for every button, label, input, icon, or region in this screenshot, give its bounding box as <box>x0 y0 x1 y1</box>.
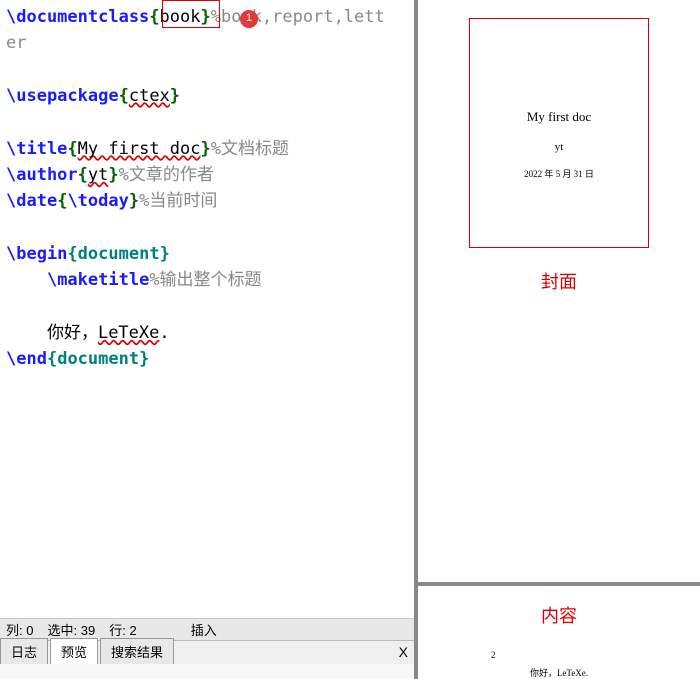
doc-date: 2022 年 5 月 31 日 <box>470 167 648 180</box>
close-icon[interactable]: X <box>399 644 408 660</box>
code-editor[interactable]: 1 \documentclass{book}%book,report,lett … <box>0 0 414 618</box>
tok-cmd: \usepackage <box>6 86 119 106</box>
caption-cover: 封面 <box>418 268 700 294</box>
tok-brace: { <box>119 86 129 106</box>
code-line: \author{yt}%文章的作者 <box>6 162 408 188</box>
code-line: \date{\today}%当前时间 <box>6 188 408 214</box>
tok-cmd: \end <box>6 349 47 369</box>
tok-brace: } <box>129 191 139 211</box>
tok-brace: } <box>170 86 180 106</box>
tok-comment: %book,report,lett <box>211 7 385 27</box>
code-line: \begin{document} <box>6 241 408 267</box>
tok-brace: { <box>57 191 67 211</box>
tok-brace: } <box>139 349 149 369</box>
status-mode: 插入 <box>191 620 217 639</box>
doc-title: My first doc <box>470 109 648 125</box>
tok-cmd: \today <box>67 191 128 211</box>
tok-cmd: \title <box>6 139 67 159</box>
tok-brace: { <box>67 139 77 159</box>
doc-author: yt <box>470 141 648 153</box>
tok-cmd: \documentclass <box>6 7 149 27</box>
status-col: 列: 0 <box>6 620 33 639</box>
code-line: \end{document} <box>6 346 408 372</box>
tok-brace: } <box>201 139 211 159</box>
tok-cmd: \date <box>6 191 57 211</box>
status-sel: 选中: 39 <box>47 620 95 639</box>
app-root: 1 \documentclass{book}%book,report,lett … <box>0 0 700 679</box>
tok-brace: { <box>67 244 77 264</box>
code-line <box>6 109 408 135</box>
page-number: 2 <box>491 650 649 660</box>
code-line <box>6 294 408 320</box>
tok-text: 你好，LeTeXe. <box>6 323 170 343</box>
badge-text: 1 <box>246 10 252 27</box>
tok-cmd: \maketitle <box>47 270 149 290</box>
tok-comment: %输出整个标题 <box>149 270 261 290</box>
tok-cmd: \begin <box>6 244 67 264</box>
annotation-box <box>162 0 220 28</box>
preview-cover-page: My first doc yt 2022 年 5 月 31 日 <box>469 18 649 248</box>
code-line: \title{My first doc}%文档标题 <box>6 136 408 162</box>
tab-search[interactable]: 搜索结果 <box>100 638 174 664</box>
tok-comment: %当前时间 <box>139 191 217 211</box>
tok-arg: My first doc <box>78 139 201 159</box>
status-row: 行: 2 <box>109 620 136 639</box>
doc-body: 你好，LeTeXe. <box>469 666 649 679</box>
annotation-badge: 1 <box>240 10 258 28</box>
code-line: \maketitle%输出整个标题 <box>6 267 408 293</box>
code-line: \usepackage{ctex} <box>6 83 408 109</box>
page-divider <box>418 582 700 586</box>
code-line <box>6 57 408 83</box>
tab-bar: 日志 预览 搜索结果 X <box>0 640 414 664</box>
tok-comment: %文档标题 <box>211 139 289 159</box>
tok-brace: { <box>149 7 159 27</box>
tok-brace: } <box>108 165 118 185</box>
status-bar: 列: 0 选中: 39 行: 2 插入 <box>0 618 414 640</box>
left-panel: 1 \documentclass{book}%book,report,lett … <box>0 0 418 679</box>
tok-arg: ctex <box>129 86 170 106</box>
tok-comment: %文章的作者 <box>119 165 214 185</box>
code-line: er <box>6 30 408 56</box>
tok-cmd: \author <box>6 165 78 185</box>
tok-kw: document <box>78 244 160 264</box>
tab-log[interactable]: 日志 <box>0 638 48 664</box>
caption-content: 内容 <box>418 602 700 628</box>
tab-preview[interactable]: 预览 <box>50 638 98 664</box>
bottom-strip <box>0 664 414 679</box>
tok-brace: } <box>160 244 170 264</box>
tok-brace: { <box>78 165 88 185</box>
preview-panel: My first doc yt 2022 年 5 月 31 日 封面 内容 2 … <box>418 0 700 679</box>
tok-kw: document <box>57 349 139 369</box>
tok-arg: yt <box>88 165 108 185</box>
tok-brace: { <box>47 349 57 369</box>
code-line: 你好，LeTeXe. <box>6 320 408 346</box>
code-line <box>6 215 408 241</box>
tok-comment: er <box>6 33 26 53</box>
preview-content-page: 2 你好，LeTeXe. <box>469 650 649 679</box>
